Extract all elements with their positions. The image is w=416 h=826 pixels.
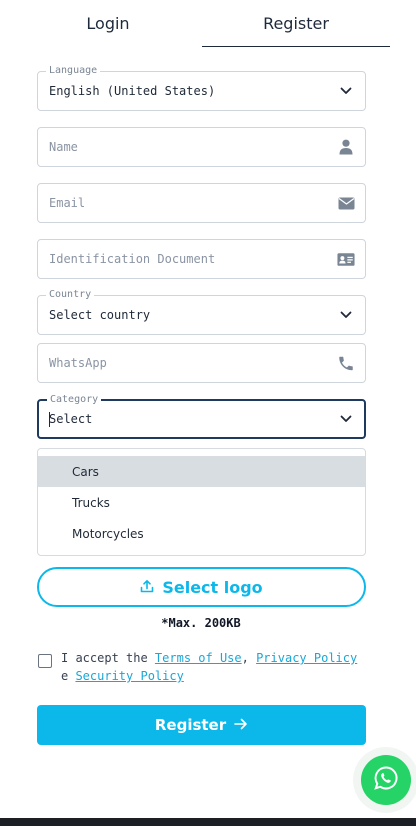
language-value: English (United States) [49, 84, 216, 98]
arrow-right-icon [234, 716, 248, 734]
auth-tabs: Login Register [14, 0, 390, 47]
id-document-placeholder: Identification Document [49, 252, 216, 266]
whatsapp-chat-button[interactable] [361, 755, 411, 805]
tab-register-label: Register [263, 13, 329, 33]
terms-separator: , [241, 651, 257, 665]
terms-prefix: I accept the [61, 651, 155, 665]
select-logo-label: Select logo [162, 577, 263, 597]
footer-bar [0, 818, 416, 826]
country-select[interactable]: Country Select country [37, 288, 366, 335]
whatsapp-placeholder: WhatsApp [49, 356, 107, 370]
email-placeholder: Email [49, 196, 86, 210]
id-document-field[interactable]: Identification Document [37, 239, 366, 279]
id-card-icon [337, 250, 355, 268]
register-button-label: Register [154, 716, 227, 734]
chevron-down-icon [337, 306, 355, 324]
terms-conjunction: e [61, 669, 76, 683]
language-select[interactable]: Language English (United States) [37, 64, 366, 111]
accept-terms-checkbox[interactable] [38, 654, 52, 668]
category-option-trucks[interactable]: Trucks [38, 487, 365, 518]
max-size-note: *Max. 200KB [161, 616, 241, 630]
category-select[interactable]: Category Select [37, 393, 366, 439]
option-label: Cars [72, 464, 99, 479]
option-label: Motorcycles [72, 526, 144, 541]
privacy-policy-link[interactable]: Privacy Policy [256, 651, 357, 665]
email-field[interactable]: Email [37, 183, 366, 223]
chevron-down-icon [337, 410, 355, 428]
whatsapp-icon [373, 765, 399, 796]
category-value: Select [49, 412, 93, 426]
phone-icon [337, 354, 355, 372]
register-button[interactable]: Register [37, 705, 366, 745]
terms-of-use-link[interactable]: Terms of Use [155, 651, 242, 665]
terms-text: I accept the Terms of Use, Privacy Polic… [61, 649, 366, 685]
envelope-icon [337, 194, 355, 212]
category-option-motorcycles[interactable]: Motorcycles [38, 518, 365, 549]
chevron-down-icon [337, 82, 355, 100]
tab-login-label: Login [86, 14, 130, 33]
category-dropdown: Cars Trucks Motorcycles [37, 448, 366, 556]
category-option-cars[interactable]: Cars [38, 456, 365, 487]
name-placeholder: Name [49, 140, 78, 154]
name-field[interactable]: Name [37, 127, 366, 167]
tab-register[interactable]: Register [202, 0, 390, 47]
whatsapp-field[interactable]: WhatsApp [37, 343, 366, 383]
tab-login[interactable]: Login [14, 0, 202, 47]
upload-icon [140, 578, 154, 597]
security-policy-link[interactable]: Security Policy [75, 669, 183, 683]
user-icon [337, 138, 355, 156]
option-label: Trucks [72, 495, 110, 510]
select-logo-button[interactable]: Select logo [37, 567, 366, 607]
country-value: Select country [49, 308, 151, 322]
